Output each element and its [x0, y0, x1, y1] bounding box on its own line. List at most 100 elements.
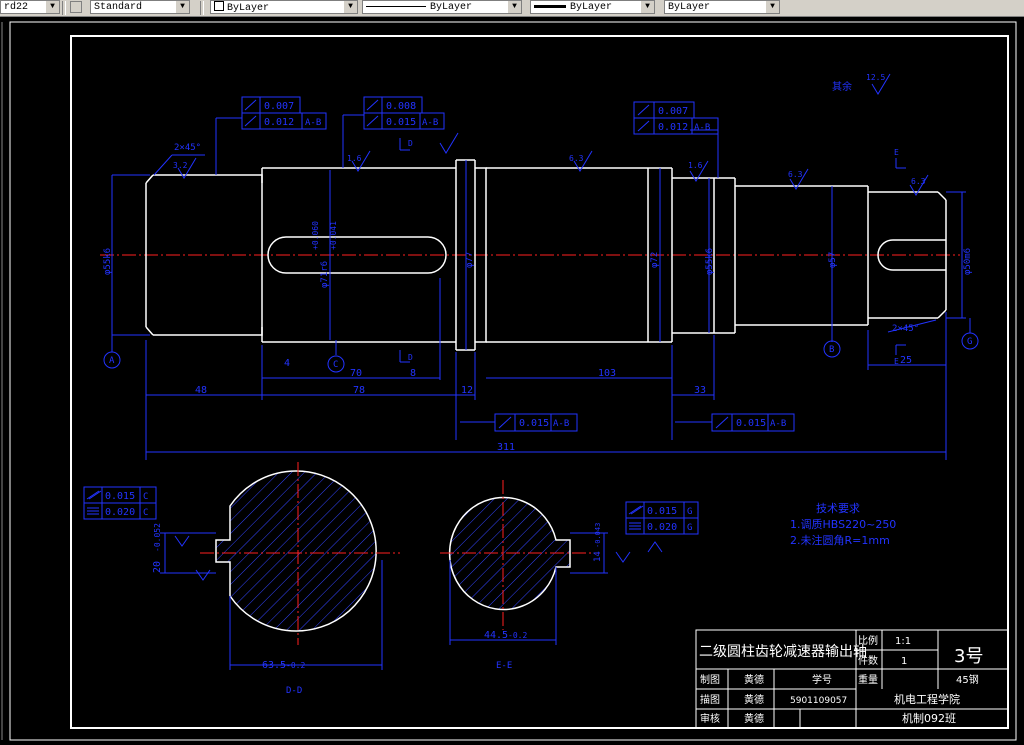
- gdt-datum: A-B: [770, 419, 786, 429]
- section-d-view: 63.5 -0.2 20 -0.052 D-D 0.015 C 0.020 C: [83, 462, 400, 696]
- gdt-value: 0.015: [519, 418, 549, 429]
- roughness-label: 6.3: [911, 177, 926, 186]
- length-label: 12: [461, 385, 473, 396]
- default-roughness-value: 12.5: [866, 73, 885, 82]
- row1-field: 学号: [812, 673, 832, 686]
- roughness-label: 6.3: [569, 154, 584, 163]
- gdt-value: 0.015: [386, 117, 416, 128]
- color-value: ByLayer: [227, 3, 270, 14]
- chamfer-left-label: 2×45°: [174, 143, 201, 153]
- material-value: 45钢: [956, 673, 979, 686]
- diameter-label: φ72: [650, 252, 660, 268]
- diameter-label: φ57: [828, 252, 838, 268]
- roughness-label: 1.6: [688, 161, 703, 170]
- roughness-label: 3.2: [173, 161, 188, 170]
- technical-requirements: 技术要求 1.调质HBS220~250 2.未注圆角R=1mm: [790, 502, 896, 547]
- row2-name: 黄德: [744, 693, 764, 706]
- dimension-lines: [111, 114, 971, 460]
- gdt-datum: G: [687, 523, 692, 533]
- diameter-label: φ55k6: [705, 248, 715, 275]
- section-d-key-tol: -0.052: [153, 523, 162, 552]
- key-tolerance-bottom: +0.041: [329, 221, 338, 250]
- lineweight-preview-icon: [534, 4, 566, 8]
- class-name: 机制092班: [902, 711, 956, 725]
- gdt-frame-runout-right: 0.015 A-B: [711, 413, 795, 432]
- length-label: 8: [410, 368, 416, 379]
- sheet-number: 3号: [954, 646, 983, 667]
- linetype-dropdown[interactable]: ByLayer ▼: [362, 0, 522, 14]
- section-d-width: 63.5: [262, 660, 286, 671]
- chevron-down-icon: ▼: [766, 1, 779, 13]
- row1-name: 黄德: [744, 673, 764, 686]
- gdt-value: 0.012: [264, 117, 294, 128]
- color-dropdown[interactable]: ByLayer ▼: [210, 0, 358, 14]
- diameter-label: φ71r6: [320, 261, 330, 288]
- lineweight-dropdown[interactable]: ByLayer ▼: [530, 0, 655, 14]
- roughness-label: 1.6: [347, 154, 362, 163]
- gdt-value: 0.012: [658, 122, 688, 133]
- datum-label: G: [967, 337, 972, 347]
- section-d-width-tol: -0.2: [286, 661, 305, 670]
- textstyle-value: Standard: [94, 2, 143, 13]
- length-label: 70: [350, 368, 362, 379]
- drawing-canvas[interactable]: 3.2 1.6 6.3 1.6 6.3 6.3 其余 12.5 2×45° 2×…: [0, 17, 1024, 745]
- row3-name: 黄德: [744, 712, 764, 725]
- scale-label: 比例: [858, 634, 878, 647]
- title-block-text: 二级圆柱齿轮减速器输出轴 比例 1:1 件数 1 3号 重量 45钢 制图 黄德…: [699, 634, 983, 725]
- gdt-value: 0.020: [105, 507, 135, 518]
- length-label: 311: [497, 442, 515, 453]
- dimstyle-value: rd22: [4, 2, 29, 13]
- gdt-value: 0.007: [658, 106, 688, 117]
- color-swatch-icon: [214, 1, 224, 11]
- text-style-icon[interactable]: [70, 1, 82, 13]
- inner-border: [70, 35, 1009, 729]
- length-label: 4: [284, 358, 290, 369]
- chevron-down-icon: ▼: [176, 1, 189, 13]
- gdt-value: 0.008: [386, 101, 416, 112]
- length-label: 33: [694, 385, 706, 396]
- default-roughness-label: 其余: [832, 80, 852, 93]
- row2-label: 描图: [700, 693, 720, 706]
- gdt-value: 0.015: [736, 418, 766, 429]
- gdt-datum: A-B: [305, 118, 321, 128]
- datum-label: A: [109, 356, 115, 366]
- chevron-down-icon: ▼: [508, 1, 521, 13]
- toolbar-separator: [200, 1, 204, 15]
- plotstyle-dropdown[interactable]: ByLayer ▼: [664, 0, 780, 14]
- length-label: 25: [900, 355, 912, 366]
- section-e-width: 44.5: [484, 630, 508, 641]
- section-mark: E: [894, 148, 899, 157]
- diameter-label: φ77: [465, 252, 475, 268]
- length-dimensions: 48 78 12 103 33 25 311 70 8 4: [195, 355, 912, 453]
- tech-req-line2: 2.未注圆角R=1mm: [790, 533, 890, 547]
- plotstyle-value: ByLayer: [668, 2, 711, 13]
- roughness-label: 6.3: [788, 170, 803, 179]
- section-d-title: D-D: [286, 686, 302, 696]
- school-name: 机电工程学院: [894, 692, 960, 706]
- diameter-label: φ55k6: [103, 248, 113, 275]
- gdt-value: 0.015: [647, 506, 677, 517]
- textstyle-dropdown[interactable]: Standard ▼: [90, 0, 190, 14]
- datum-label: C: [333, 360, 338, 370]
- weight-label: 重量: [858, 673, 878, 686]
- section-d-key: 20: [152, 561, 163, 573]
- drawing-title: 二级圆柱齿轮减速器输出轴: [699, 644, 867, 660]
- gdt-frame-3: 0.007 0.012 A-B: [633, 101, 719, 135]
- section-e-view: 44.5 -0.2 14 -0.043 E-E 0.015 G 0.020 G: [440, 480, 699, 671]
- tech-req-title: 技术要求: [816, 502, 860, 515]
- section-mark: D: [408, 353, 413, 362]
- qty-value: 1: [901, 656, 907, 667]
- gdt-value: 0.020: [647, 522, 677, 533]
- gdt-datum: C: [143, 508, 148, 518]
- dimstyle-dropdown[interactable]: rd22 ▼: [0, 0, 60, 14]
- datum-markers: [103, 332, 979, 373]
- chamfer-right-label: 2×45°: [892, 324, 919, 334]
- gdt-datum: A-B: [553, 419, 569, 429]
- length-label: 48: [195, 385, 207, 396]
- section-mark: D: [408, 139, 413, 148]
- lineweight-value: ByLayer: [570, 2, 613, 13]
- linetype-preview-icon: [366, 5, 426, 7]
- key-tolerance-top: +0.060: [311, 221, 320, 250]
- diameter-label: φ50m6: [963, 248, 973, 275]
- gdt-datum: G: [687, 507, 692, 517]
